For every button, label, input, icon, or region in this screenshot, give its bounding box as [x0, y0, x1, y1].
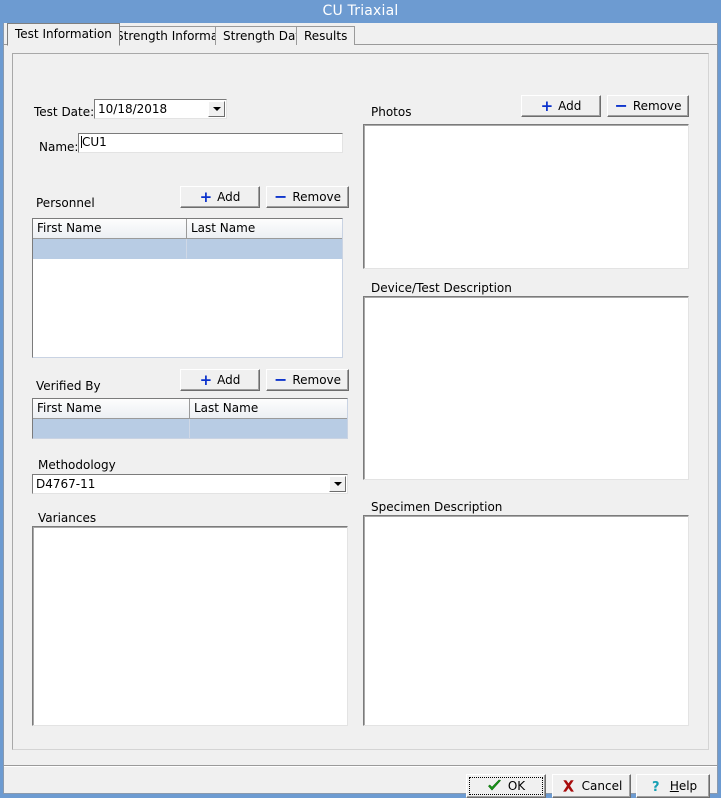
- dialog-client-area: Test Information Strength Information St…: [3, 23, 718, 794]
- svg-text:?: ?: [652, 780, 660, 793]
- cancel-label: Cancel: [582, 779, 623, 793]
- photos-list[interactable]: [363, 124, 689, 269]
- name-value: CU1: [82, 135, 107, 149]
- help-button[interactable]: ? Help: [636, 774, 710, 798]
- ok-label: OK: [508, 779, 525, 793]
- dialog-window: CU Triaxial Test Information Strength In…: [0, 0, 721, 797]
- question-mark-icon: ?: [649, 779, 664, 793]
- verified-by-label: Verified By: [36, 379, 101, 393]
- ok-button[interactable]: OK: [466, 774, 546, 798]
- photos-remove-label: Remove: [633, 99, 682, 113]
- help-label-mnemonic: H: [670, 779, 679, 793]
- window-title: CU Triaxial: [0, 0, 721, 23]
- column-header-last-name: Last Name: [187, 219, 342, 238]
- column-header-first-name: First Name: [33, 219, 187, 238]
- verified-by-remove-button[interactable]: − Remove: [266, 369, 349, 391]
- cell-first-name: [33, 239, 187, 259]
- name-input[interactable]: CU1: [78, 133, 343, 153]
- close-icon: [561, 779, 576, 793]
- cell-first-name: [33, 419, 190, 439]
- verified-by-add-label: Add: [217, 373, 240, 387]
- personnel-remove-button[interactable]: − Remove: [266, 186, 349, 208]
- test-date-value: 10/18/2018: [98, 100, 206, 118]
- column-header-last-name: Last Name: [190, 399, 347, 418]
- table-row[interactable]: [33, 419, 347, 439]
- methodology-label: Methodology: [38, 458, 116, 472]
- test-information-panel: Test Date: 10/18/2018 Name: CU1 Personne…: [12, 53, 709, 750]
- minus-icon: −: [614, 98, 627, 114]
- help-label-rest: elp: [679, 779, 697, 793]
- cancel-button[interactable]: Cancel: [552, 774, 631, 798]
- column-header-first-name: First Name: [33, 399, 190, 418]
- photos-add-label: Add: [558, 99, 581, 113]
- personnel-add-button[interactable]: + Add: [180, 186, 260, 208]
- variances-textarea[interactable]: [32, 526, 348, 726]
- minus-icon: −: [274, 372, 287, 388]
- photos-add-button[interactable]: + Add: [521, 95, 601, 117]
- plus-icon: +: [200, 373, 213, 388]
- plus-icon: +: [200, 190, 213, 205]
- photos-label: Photos: [371, 105, 411, 119]
- specimen-description-textarea[interactable]: [363, 515, 689, 726]
- personnel-add-label: Add: [217, 190, 240, 204]
- verified-by-table[interactable]: First Name Last Name: [32, 398, 348, 439]
- variances-label: Variances: [38, 511, 96, 525]
- personnel-remove-label: Remove: [292, 190, 341, 204]
- cell-last-name: [187, 239, 342, 259]
- personnel-label: Personnel: [36, 196, 95, 210]
- check-icon: [487, 779, 502, 793]
- minus-icon: −: [274, 189, 287, 205]
- verified-by-table-header: First Name Last Name: [33, 399, 347, 419]
- footer-separator: [4, 765, 717, 767]
- verified-by-remove-label: Remove: [292, 373, 341, 387]
- verified-by-add-button[interactable]: + Add: [180, 369, 260, 391]
- specimen-description-label: Specimen Description: [371, 500, 502, 514]
- plus-icon: +: [541, 99, 554, 114]
- methodology-combo[interactable]: D4767-11: [32, 474, 348, 494]
- tab-test-information[interactable]: Test Information: [7, 23, 120, 46]
- photos-remove-button[interactable]: − Remove: [607, 95, 689, 117]
- help-label: Help: [670, 779, 697, 793]
- test-date-combo[interactable]: 10/18/2018: [94, 99, 227, 119]
- methodology-value: D4767-11: [36, 475, 327, 493]
- tab-results[interactable]: Results: [296, 26, 355, 45]
- test-date-label: Test Date:: [34, 105, 94, 119]
- device-test-description-label: Device/Test Description: [371, 281, 512, 295]
- tab-strip: Test Information Strength Information St…: [4, 23, 717, 45]
- personnel-table[interactable]: First Name Last Name: [32, 218, 343, 358]
- cell-last-name: [190, 419, 347, 439]
- footer-button-bar: OK Cancel ?: [4, 768, 717, 793]
- chevron-down-icon[interactable]: [329, 476, 346, 492]
- chevron-down-icon[interactable]: [208, 101, 225, 117]
- name-label: Name:: [39, 140, 78, 154]
- personnel-table-header: First Name Last Name: [33, 219, 342, 239]
- table-row[interactable]: [33, 239, 342, 259]
- device-test-description-textarea[interactable]: [363, 296, 689, 480]
